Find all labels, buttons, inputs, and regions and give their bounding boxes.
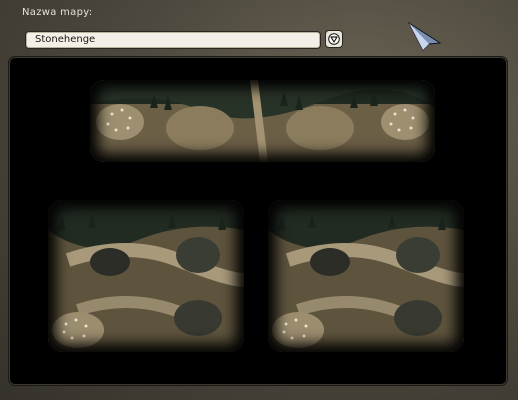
mouse-cursor-icon [407,21,442,51]
map-name-label: Nazwa mapy: [22,7,93,18]
map-name-value: Stonehenge [35,34,96,45]
map-dropdown-button[interactable] [325,30,343,48]
map-name-field[interactable]: Stonehenge [25,31,321,49]
map-preview-panel [9,57,507,385]
map-preview-bottom-right [268,200,464,352]
map-preview-top [90,80,435,162]
map-preview-bottom-left [48,200,244,352]
triangle-down-icon [328,33,340,45]
